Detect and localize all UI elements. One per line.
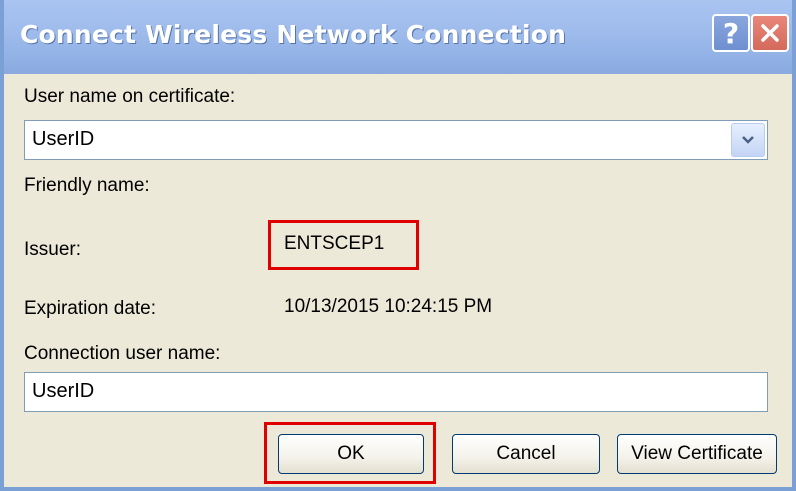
help-button[interactable]: ?	[712, 14, 750, 52]
connection-user-name-input[interactable]: UserID	[24, 372, 768, 412]
connection-user-name-value: UserID	[32, 380, 95, 402]
connect-wireless-dialog: Connect Wireless Network Connection ? Us…	[0, 0, 796, 491]
user-name-on-certificate-value: UserID	[32, 128, 95, 150]
user-name-on-certificate-select[interactable]: UserID	[24, 120, 768, 160]
title-bar[interactable]: Connect Wireless Network Connection ?	[4, 0, 792, 74]
user-name-on-certificate-label: User name on certificate:	[24, 86, 236, 107]
help-icon: ?	[722, 16, 740, 50]
issuer-value: ENTSCEP1	[284, 233, 385, 254]
dropdown-arrow-button[interactable]	[731, 123, 765, 157]
connection-user-name-label: Connection user name:	[24, 343, 221, 364]
close-icon	[761, 24, 779, 42]
issuer-label: Issuer:	[24, 239, 82, 260]
chevron-down-icon	[742, 136, 754, 144]
ok-button[interactable]: OK	[278, 434, 424, 474]
window-title: Connect Wireless Network Connection	[20, 20, 567, 49]
friendly-name-label: Friendly name:	[24, 175, 150, 196]
cancel-button[interactable]: Cancel	[452, 434, 600, 474]
expiration-date-label: Expiration date:	[24, 298, 157, 319]
view-certificate-button[interactable]: View Certificate	[617, 434, 777, 474]
expiration-date-value: 10/13/2015 10:24:15 PM	[284, 296, 493, 317]
close-button[interactable]	[751, 14, 789, 52]
